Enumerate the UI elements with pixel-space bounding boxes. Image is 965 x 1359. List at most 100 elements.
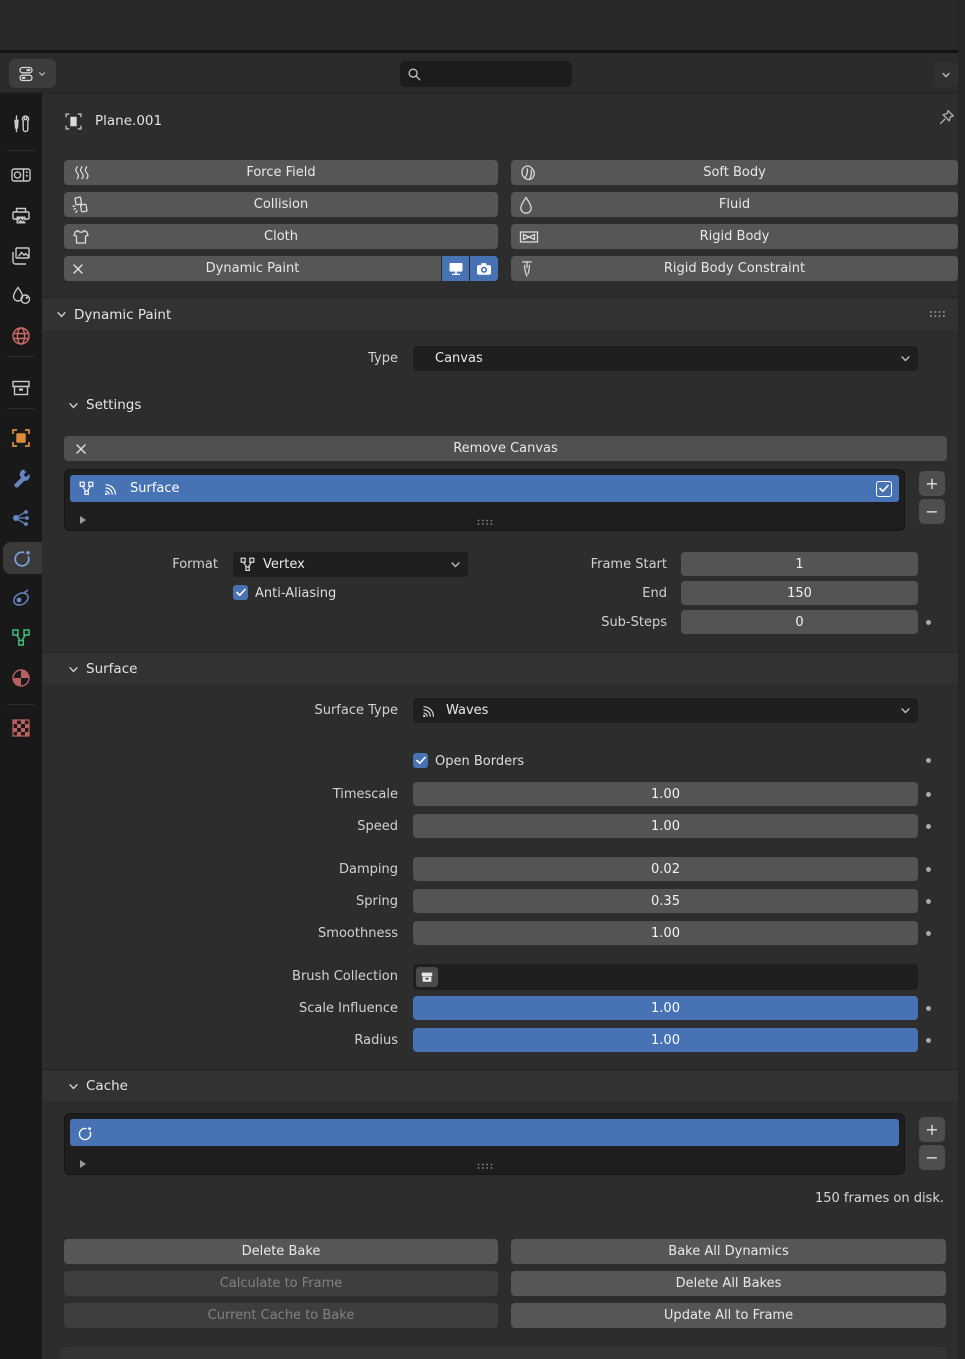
animate-decorator-dot[interactable] (926, 1038, 931, 1043)
tab-view-layer[interactable] (0, 240, 42, 272)
list-resize-grip-icon[interactable] (477, 1159, 493, 1174)
force-field-label: Force Field (246, 165, 315, 180)
tab-constraints[interactable] (0, 582, 42, 614)
end-field[interactable]: 150 (681, 581, 918, 605)
animate-decorator-dot[interactable] (926, 899, 931, 904)
delete-bake-label: Delete Bake (242, 1244, 321, 1259)
wrench-icon (10, 467, 32, 489)
tab-texture[interactable] (0, 712, 42, 744)
pin-icon (936, 107, 957, 128)
remove-surface-button[interactable]: − (919, 499, 945, 524)
animate-decorator-dot[interactable] (926, 824, 931, 829)
type-value: Canvas (435, 351, 483, 366)
settings-subpanel-header[interactable]: Settings (68, 391, 141, 419)
dynamic-paint-render-toggle[interactable] (470, 256, 498, 281)
timescale-field[interactable]: 1.00 (413, 782, 918, 806)
scale-influence-slider[interactable]: 1.00 (413, 996, 918, 1020)
waves-icon (102, 481, 120, 497)
animate-decorator-dot[interactable] (926, 758, 931, 763)
remove-cache-button[interactable]: − (919, 1145, 945, 1170)
adjacent-editor-edge (0, 0, 965, 53)
tab-separator (7, 408, 35, 409)
smoothness-field[interactable]: 1.00 (413, 921, 918, 945)
tab-output[interactable] (0, 200, 42, 232)
dynamic-paint-panel-header[interactable]: Dynamic Paint (42, 297, 958, 332)
tab-render[interactable] (0, 159, 42, 191)
tab-scene[interactable] (0, 280, 42, 312)
animate-decorator-dot[interactable] (926, 1006, 931, 1011)
tab-physics[interactable] (3, 542, 42, 574)
speed-field[interactable]: 1.00 (413, 814, 918, 838)
fluid-button[interactable]: Fluid (511, 192, 958, 217)
current-cache-to-bake-button[interactable]: Current Cache to Bake (64, 1303, 498, 1328)
soft-body-icon (519, 164, 537, 182)
update-all-to-frame-label: Update All to Frame (664, 1308, 793, 1323)
rigid-body-constraint-button[interactable]: Rigid Body Constraint (511, 256, 958, 281)
tab-material[interactable] (0, 662, 42, 694)
panel-drag-handle-icon[interactable] (929, 307, 946, 322)
collision-button[interactable]: Collision (64, 192, 498, 217)
type-dropdown[interactable]: Canvas (413, 346, 918, 371)
tab-particles[interactable] (0, 502, 42, 534)
calculate-to-frame-button[interactable]: Calculate to Frame (64, 1271, 498, 1296)
header-options-button[interactable] (933, 62, 958, 87)
animate-decorator-dot[interactable] (926, 620, 931, 625)
remove-canvas-button[interactable]: Remove Canvas (64, 436, 947, 461)
expand-triangle-icon[interactable] (79, 514, 87, 529)
tab-tool[interactable] (0, 108, 42, 140)
settings-title: Settings (86, 397, 141, 413)
surface-enabled-checkbox[interactable] (876, 481, 892, 497)
radius-slider[interactable]: 1.00 (413, 1028, 918, 1052)
bake-all-dynamics-button[interactable]: Bake All Dynamics (511, 1239, 946, 1264)
editor-type-selector[interactable] (9, 59, 56, 88)
panel-expand-chevron-icon (56, 309, 67, 320)
cloth-button[interactable]: Cloth (64, 224, 498, 249)
anti-aliasing-checkbox[interactable] (233, 585, 248, 600)
frame-start-field[interactable]: 1 (681, 552, 918, 576)
dynamic-paint-button[interactable]: Dynamic Paint (64, 256, 441, 281)
animate-decorator-dot[interactable] (926, 867, 931, 872)
brush-collection-label: Brush Collection (64, 964, 398, 989)
list-resize-grip-icon[interactable] (477, 515, 493, 530)
delete-all-bakes-button[interactable]: Delete All Bakes (511, 1271, 946, 1296)
object-data-icon (10, 627, 32, 649)
check-icon (236, 588, 246, 597)
surface-list-item[interactable]: Surface (70, 475, 899, 502)
spring-field[interactable]: 0.35 (413, 889, 918, 913)
animate-decorator-dot[interactable] (926, 931, 931, 936)
rigid-body-button[interactable]: Rigid Body (511, 224, 958, 249)
collapsed-panel-strip[interactable] (60, 1347, 947, 1359)
tab-object[interactable] (0, 422, 42, 454)
collection-icon (416, 967, 438, 987)
force-field-button[interactable]: Force Field (64, 160, 498, 185)
collision-label: Collision (254, 197, 308, 212)
cache-list-item[interactable] (70, 1119, 899, 1146)
expand-triangle-icon[interactable] (79, 1158, 87, 1173)
cache-panel-header[interactable]: Cache (42, 1069, 958, 1103)
check-icon (879, 484, 889, 493)
search-input[interactable] (422, 66, 556, 83)
surface-panel-header[interactable]: Surface (42, 652, 958, 686)
tab-object-data[interactable] (0, 622, 42, 654)
pin-button[interactable] (936, 107, 957, 132)
update-all-to-frame-button[interactable]: Update All to Frame (511, 1303, 946, 1328)
add-cache-button[interactable]: + (919, 1117, 945, 1142)
soft-body-button[interactable]: Soft Body (511, 160, 958, 185)
view-layer-icon (10, 245, 32, 267)
surface-type-dropdown[interactable]: Waves (413, 698, 918, 723)
vertical-scrollbar[interactable] (958, 0, 965, 1359)
collision-icon (72, 196, 90, 214)
tab-world[interactable] (0, 320, 42, 352)
brush-collection-field[interactable] (413, 964, 918, 990)
tab-modifiers[interactable] (0, 462, 42, 494)
animate-decorator-dot[interactable] (926, 792, 931, 797)
add-surface-button[interactable]: + (919, 471, 945, 496)
tab-collection[interactable] (0, 372, 42, 404)
open-borders-checkbox[interactable] (413, 753, 428, 768)
search-box[interactable] (400, 61, 572, 87)
delete-bake-button[interactable]: Delete Bake (64, 1239, 498, 1264)
vertex-format-icon (239, 556, 256, 573)
damping-field[interactable]: 0.02 (413, 857, 918, 881)
sub-steps-field[interactable]: 0 (681, 610, 918, 634)
dynamic-paint-realtime-toggle[interactable] (442, 256, 469, 281)
